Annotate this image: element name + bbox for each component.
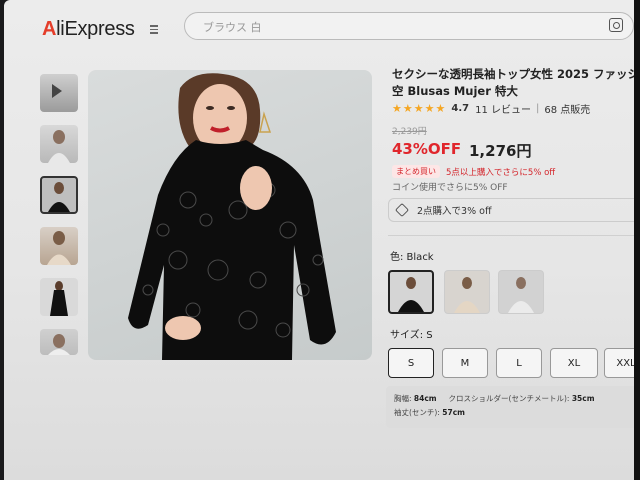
- star-icon: ★: [424, 102, 435, 115]
- thumbnail-video[interactable]: [40, 74, 78, 112]
- coin-discount-text: コイン使用でさらに5% OFF: [392, 183, 508, 193]
- sale-price: 1,276円: [469, 142, 532, 160]
- measure-line-2: 袖丈(センチ): 57cm: [394, 406, 640, 420]
- size-option-l[interactable]: L: [496, 348, 542, 378]
- bulk-discount-row: まとめ買い 5点以上購入でさらに5% off: [392, 165, 555, 178]
- star-icon: ★: [402, 102, 413, 115]
- size-measurements: 胸幅: 84cm クロスショルダー(センチメートル): 35cm 袖丈(センチ)…: [386, 386, 640, 428]
- search-input[interactable]: ブラウス 白: [184, 12, 634, 40]
- size-label: サイズ: S: [390, 330, 433, 341]
- star-icon: ★: [392, 102, 402, 115]
- measure-line-1: 胸幅: 84cm クロスショルダー(センチメートル): 35cm: [394, 392, 640, 406]
- separator: |: [536, 103, 540, 114]
- size-option-s[interactable]: S: [388, 348, 434, 378]
- thumbnail-image-selected[interactable]: [40, 176, 78, 214]
- discount-label: 43%OFF: [392, 140, 462, 158]
- menu-icon[interactable]: [150, 25, 158, 34]
- browser-screen: AliExpress ブラウス 白 セクシーな透明長袖トップ女性 2025 ファ…: [4, 0, 640, 480]
- thumbnail-image[interactable]: [40, 227, 78, 265]
- size-option-m[interactable]: M: [442, 348, 488, 378]
- product-title-line2: 空 Blusas Mujer 特大: [392, 84, 518, 98]
- search-placeholder: ブラウス 白: [203, 21, 262, 34]
- sold-count: 68 点販売: [544, 105, 591, 116]
- monitor-bezel: [634, 0, 640, 480]
- thumbnail-image[interactable]: [40, 329, 78, 355]
- rating-row: ★ ★ ★ ★ ★ 4.7 11 レビュー | 68 点販売: [392, 101, 590, 116]
- coupon-text: 2点購入で3% off: [417, 206, 492, 217]
- shoulder-value: 35cm: [571, 394, 595, 403]
- play-icon: [52, 84, 62, 98]
- star-icon: ★: [435, 102, 446, 115]
- product-title-line1: セクシーな透明長袖トップ女性 2025 ファッショ: [392, 67, 640, 81]
- color-swatch-beige[interactable]: [444, 270, 490, 314]
- original-price: 2,239円: [392, 127, 427, 137]
- review-count-link[interactable]: 11 レビュー: [475, 101, 531, 116]
- sleeve-value: 57cm: [442, 408, 465, 417]
- tag-icon: [394, 202, 410, 218]
- shoulder-label: クロスショルダー(センチメートル):: [448, 394, 572, 403]
- color-label: 色: Black: [390, 252, 434, 263]
- bulk-badge: まとめ買い: [392, 165, 440, 178]
- thumbnail-image[interactable]: [40, 278, 78, 316]
- thumbnail-image[interactable]: [40, 125, 78, 163]
- logo-text: liExpress: [56, 18, 135, 40]
- size-option-xl[interactable]: XL: [550, 348, 598, 378]
- color-swatch-black[interactable]: [388, 270, 434, 314]
- chest-value: 84cm: [413, 394, 437, 403]
- color-swatch-grey[interactable]: [498, 270, 544, 314]
- star-icon: ★: [413, 102, 424, 115]
- coupon-button[interactable]: 2点購入で3% off: [388, 198, 640, 222]
- camera-search-icon[interactable]: [609, 18, 623, 32]
- rating-value: 4.7: [451, 103, 470, 114]
- divider: [388, 235, 640, 236]
- sleeve-label: 袖丈(センチ):: [394, 408, 443, 417]
- main-product-image[interactable]: [88, 70, 372, 360]
- chest-label: 胸幅:: [394, 394, 414, 403]
- bulk-discount-text: 5点以上購入でさらに5% off: [446, 167, 556, 178]
- aliexpress-logo[interactable]: AliExpress: [42, 18, 135, 41]
- model-photo: [128, 73, 336, 360]
- product-title: セクシーな透明長袖トップ女性 2025 ファッショ 空 Blusas Mujer…: [392, 66, 640, 100]
